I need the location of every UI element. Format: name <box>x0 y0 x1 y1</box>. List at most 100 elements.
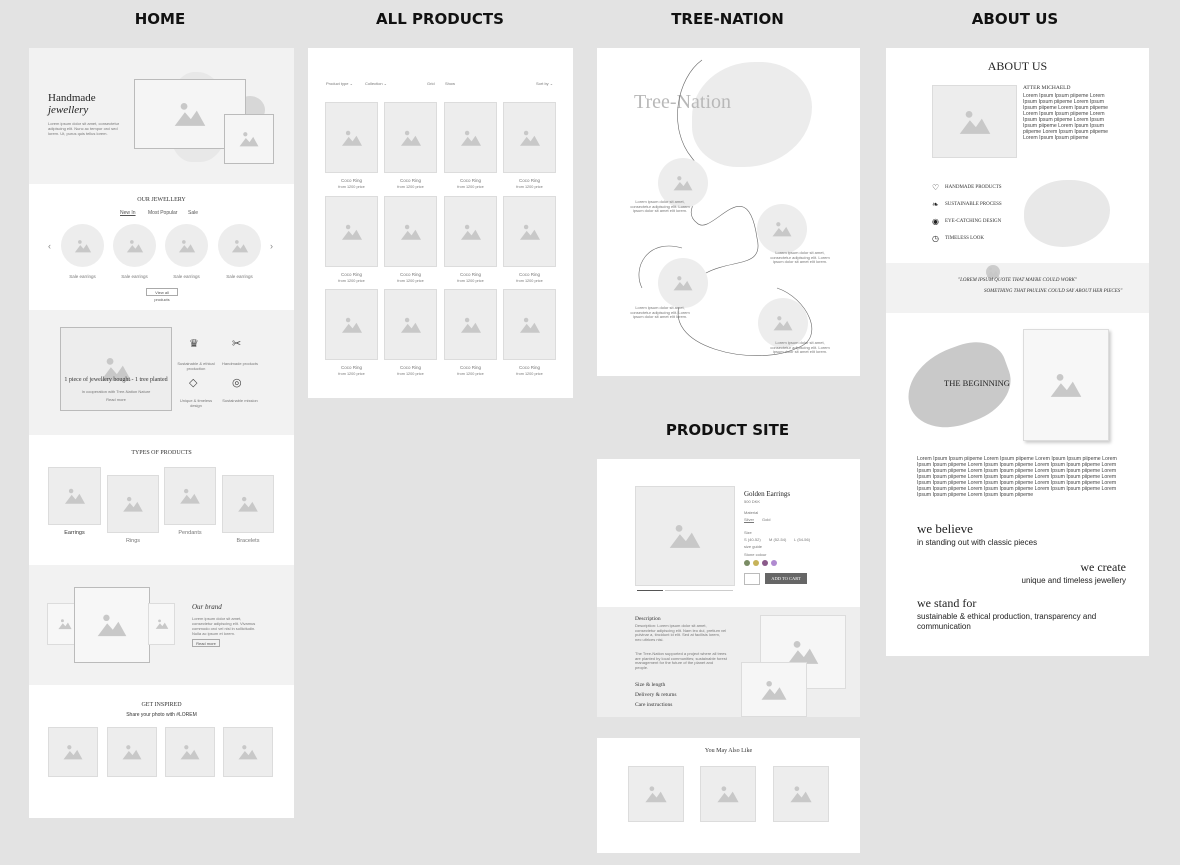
product-card-price: from 1200 price <box>338 279 365 283</box>
filter-product-type[interactable]: Product type ⌄ <box>326 81 353 86</box>
believe-title: we believe <box>917 521 973 536</box>
carousel-caption: Sale earrings <box>226 274 253 279</box>
create-text: unique and timeless jewellery <box>1021 576 1127 585</box>
suggested-product[interactable] <box>773 766 829 822</box>
product-card-image[interactable] <box>384 289 437 360</box>
all-products-wireframe: Product type ⌄ Collection ⌄ Grid Show So… <box>308 48 573 398</box>
image-placeholder-icon <box>174 102 206 126</box>
view-all-button[interactable]: View all products <box>146 288 178 302</box>
material-option-silver[interactable]: Silver <box>744 517 754 522</box>
inspired-image[interactable] <box>48 727 98 777</box>
material-option-gold[interactable]: Gold <box>762 517 770 522</box>
stand-title: we stand for <box>917 596 977 610</box>
globe-icon: ◎ <box>232 377 242 389</box>
home-wireframe: Handmade jewellery Lorem ipsum dolor sit… <box>29 48 294 818</box>
carousel-item[interactable] <box>61 224 104 267</box>
size-option[interactable]: L (54-56) <box>794 537 810 542</box>
stone-colour-swatch[interactable] <box>744 560 750 566</box>
gallery-indicator[interactable] <box>665 590 733 591</box>
care-instructions-link[interactable]: Care instructions <box>635 702 672 708</box>
type-image[interactable] <box>107 475 159 533</box>
size-option[interactable]: S (40-52) <box>744 537 761 542</box>
type-image[interactable] <box>222 475 274 533</box>
image-placeholder-icon <box>126 239 143 252</box>
inspired-image[interactable] <box>223 727 273 777</box>
image-placeholder-icon <box>239 132 259 147</box>
image-placeholder-icon <box>400 317 421 333</box>
view-show[interactable]: Show <box>445 81 455 86</box>
size-length-link[interactable]: Size & length <box>635 682 665 688</box>
image-placeholder-icon <box>178 239 195 252</box>
image-placeholder-icon <box>122 745 142 760</box>
carousel-prev-icon[interactable]: ‹ <box>48 241 51 251</box>
product-card-price: from 1200 price <box>516 372 543 376</box>
type-image[interactable] <box>48 467 101 525</box>
suggested-product[interactable] <box>628 766 684 822</box>
filter-collection[interactable]: Collection ⌄ <box>365 81 387 86</box>
size-option[interactable]: M (52-54) <box>769 537 786 542</box>
stone-colour-swatch[interactable] <box>771 560 777 566</box>
brand-image-right <box>148 603 175 645</box>
stone-colour-swatch[interactable] <box>762 560 768 566</box>
size-guide-link[interactable]: size guide <box>744 544 762 549</box>
tree-caption: Lorem ipsum dolor sit amet, consectetur … <box>630 199 690 213</box>
brand-read-more-button[interactable]: Read more <box>192 639 220 647</box>
view-grid[interactable]: Grid <box>427 81 435 86</box>
product-card-image[interactable] <box>444 289 497 360</box>
delivery-returns-link[interactable]: Delivery & returns <box>635 692 677 698</box>
carousel-item[interactable] <box>165 224 208 267</box>
gallery-indicator-active[interactable] <box>637 590 663 591</box>
you-may-also-like-section: You May Also Like <box>597 738 860 853</box>
product-card-image[interactable] <box>384 196 437 267</box>
type-image[interactable] <box>164 467 216 525</box>
type-label: Rings <box>125 538 141 544</box>
hero-image-small <box>224 114 274 164</box>
promo-read-more-link[interactable]: Read more <box>60 397 172 402</box>
tree-caption: Lorem ipsum dolor sit amet, consectetur … <box>630 305 690 319</box>
hero-title-line1: Handmade <box>48 92 96 104</box>
product-card-price: from 1200 price <box>338 372 365 376</box>
product-card-price: from 1200 price <box>516 279 543 283</box>
tab-new-in[interactable]: New In <box>120 210 136 216</box>
product-card-image[interactable] <box>384 102 437 173</box>
product-site-wireframe: Golden Earrings 500 DKK Material Silver … <box>597 459 860 607</box>
image-placeholder-icon <box>1050 373 1082 397</box>
home-column-title: HOME <box>134 10 186 28</box>
image-placeholder-icon <box>400 224 421 240</box>
tree-image <box>658 258 708 308</box>
image-placeholder-icon <box>341 130 362 146</box>
product-card-image[interactable] <box>444 196 497 267</box>
product-card-price: from 1200 price <box>338 185 365 189</box>
founder-bio: Lorem Ipsum Ipsum piipeme Lorem Ipsum Ip… <box>1023 93 1109 141</box>
tab-sale[interactable]: Sale <box>188 210 198 216</box>
product-card-image[interactable] <box>325 289 378 360</box>
carousel-item[interactable] <box>218 224 261 267</box>
inspired-image[interactable] <box>165 727 215 777</box>
product-card-image[interactable] <box>503 102 556 173</box>
carousel-next-icon[interactable]: › <box>270 241 273 251</box>
get-inspired-section: GET INSPIRED Share your photo with #LORE… <box>29 685 294 818</box>
inspired-image[interactable] <box>107 727 157 777</box>
product-card-image[interactable] <box>444 102 497 173</box>
suggested-product[interactable] <box>700 766 756 822</box>
feature-label: Unique & timeless design <box>179 398 213 408</box>
story-text: Lorem Ipsum Ipsum piipeme Lorem Ipsum pi… <box>917 456 1117 498</box>
stone-colour-swatch[interactable] <box>753 560 759 566</box>
quantity-field[interactable] <box>744 573 760 585</box>
product-card-price: from 1200 price <box>457 279 484 283</box>
hero-section: Handmade jewellery Lorem ipsum dolor sit… <box>29 48 294 184</box>
product-card-image[interactable] <box>503 196 556 267</box>
product-card-image[interactable] <box>503 289 556 360</box>
image-placeholder-icon <box>180 745 200 760</box>
quote-line2: SOMETHING THAT PAULINE COULD SAY ABOUT H… <box>984 289 1123 294</box>
product-card-price: from 1200 price <box>397 279 424 283</box>
add-to-cart-button[interactable]: ADD TO CART <box>765 573 807 584</box>
tab-most-popular[interactable]: Most Popular <box>148 210 177 216</box>
carousel-item[interactable] <box>113 224 156 267</box>
image-placeholder-icon <box>74 239 91 252</box>
image-placeholder-icon <box>673 276 693 291</box>
sort-by[interactable]: Sort by ⌄ <box>536 81 553 86</box>
product-card-image[interactable] <box>325 196 378 267</box>
type-label: Earrings <box>64 530 85 536</box>
product-card-image[interactable] <box>325 102 378 173</box>
